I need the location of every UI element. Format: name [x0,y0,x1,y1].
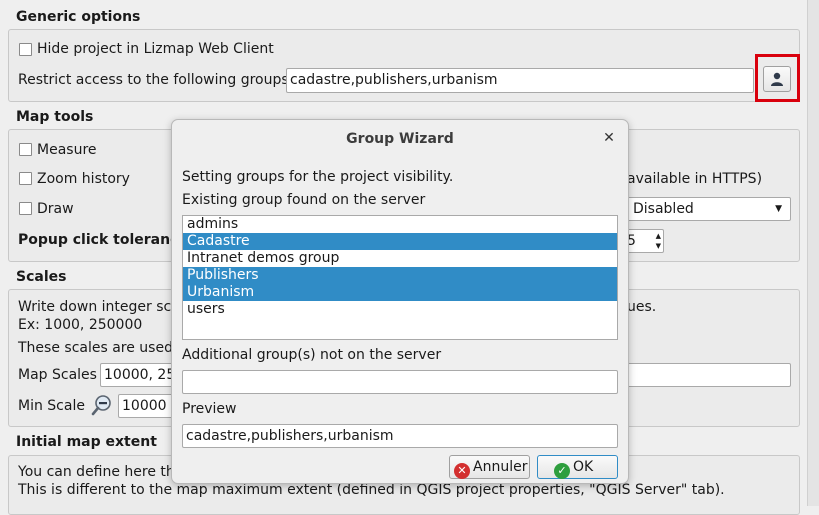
existing-groups-label: Existing group found on the server [182,192,426,208]
https-note-text: available in HTTPS) [627,171,763,187]
min-scale-label: Min Scale [18,398,85,414]
spin-arrows-icon[interactable]: ▲ ▼ [656,231,661,251]
hide-project-label: Hide project in Lizmap Web Client [37,41,274,57]
extent-description-2: This is different to the map maximum ext… [18,482,725,498]
user-group-icon [771,72,783,86]
initial-extent-title: Initial map extent [16,434,157,450]
extent-description-1: You can define here th [18,464,175,480]
scales-description-1: Write down integer sca [18,299,180,315]
preview-label: Preview [182,401,237,417]
measure-label: Measure [37,142,97,158]
scales-title: Scales [16,269,67,285]
check-icon: ✓ [554,463,570,479]
restrict-groups-input[interactable]: cadastre,publishers,urbanism [286,68,754,93]
additional-groups-label: Additional group(s) not on the server [182,347,442,363]
restrict-groups-label: Restrict access to the following groups [18,72,289,88]
chevron-down-icon: ▼ [775,204,782,214]
group-list-item[interactable]: Intranet demos group [183,250,617,267]
popup-tolerance-label: Popup click tolerance [18,232,188,248]
group-list-item[interactable]: admins [183,216,617,233]
combo-value: Disabled [633,201,694,217]
group-list-item[interactable]: Publishers [183,267,617,284]
scales-description-3: These scales are used f [18,340,183,356]
map-scales-label: Map Scales [18,367,97,383]
scales-description-2: Ex: 1000, 250000 [18,317,143,333]
existing-groups-list[interactable]: admins Cadastre Intranet demos group Publis… [182,215,618,340]
group-list-item[interactable]: users [183,301,617,318]
cancel-button[interactable]: ✕ Annuler [449,455,530,479]
draw-checkbox[interactable] [19,202,32,215]
measure-checkbox[interactable] [19,143,32,156]
map-tools-combo[interactable]: Disabled ▼ [626,197,791,221]
preview-input[interactable]: cadastre,publishers,urbanism [182,424,618,448]
group-wizard-button[interactable] [763,66,791,92]
generic-options-title: Generic options [16,9,141,25]
zoom-out-icon [90,393,114,417]
cancel-button-label: Annuler [473,459,528,475]
group-list-item[interactable]: Urbanism [183,284,617,301]
zoom-history-checkbox[interactable] [19,172,32,185]
hide-project-checkbox[interactable] [19,43,32,56]
dialog-intro: Setting groups for the project visibilit… [182,169,454,185]
ok-button[interactable]: ✓ OK [537,455,618,479]
close-icon[interactable]: ✕ [600,129,618,147]
ok-button-label: OK [573,459,594,475]
group-list-item[interactable]: Cadastre [183,233,617,250]
additional-groups-input[interactable] [182,370,618,394]
map-tools-title: Map tools [16,109,94,125]
zoom-history-label: Zoom history [37,171,130,187]
dialog-title: Group Wizard [346,131,454,147]
draw-label: Draw [37,201,74,217]
cancel-icon: ✕ [454,463,470,479]
group-wizard-dialog: Group Wizard ✕ Setting groups for the pr… [171,119,629,484]
vertical-scrollbar[interactable] [807,0,819,506]
scales-description-1-end: ues. [627,299,657,315]
